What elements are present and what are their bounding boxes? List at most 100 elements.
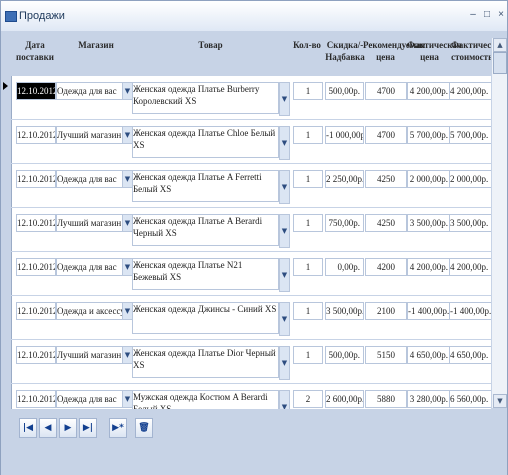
date-field[interactable]: 12.10.2012 [16,82,56,100]
record-selector[interactable] [1,384,12,409]
shop-field[interactable]: Лучший магазин [56,214,123,232]
record-selector[interactable] [1,120,12,163]
date-field[interactable]: 12.10.2012 [16,390,56,408]
record-selector[interactable] [1,208,12,251]
table-row[interactable]: 12.10.2012 Одежда для вас ▼ Мужская одеж… [1,384,491,409]
date-field[interactable]: 12.10.2012 [16,214,56,232]
date-field[interactable]: 12.10.2012 [16,126,56,144]
header-actual-price: Фактическая цена [407,40,462,62]
shop-field[interactable]: Одежда для вас [56,258,123,276]
actual-price-field: 4 200,00р. [407,258,452,276]
product-field[interactable]: Мужская одежда Костюм A Berardi Белый XS [132,390,279,409]
shop-field[interactable]: Лучший магазин [56,346,123,364]
date-field[interactable]: 12.10.2012 [16,302,56,320]
product-dropdown-icon[interactable]: ▼ [279,82,290,116]
qty-field[interactable]: 1 [293,346,323,364]
actual-price-field: -1 400,00р. [407,302,452,320]
scroll-thumb[interactable] [493,52,507,74]
shop-field[interactable]: Одежда для вас [56,82,123,100]
qty-field[interactable]: 1 [293,214,323,232]
table-row[interactable]: 12.10.2012 Одежда для вас ▼ Женская одеж… [1,76,491,120]
next-record-button[interactable]: ▶ [59,418,77,438]
product-field[interactable]: Женская одежда Платье Burberry Королевск… [132,82,279,114]
recommended-field: 4700 [365,126,407,144]
header-actual-cost: Фактическая стоимость [451,40,506,62]
product-dropdown-icon[interactable]: ▼ [279,170,290,204]
date-field[interactable]: 12.10.2012 [16,346,56,364]
scroll-up-icon[interactable]: ▲ [493,38,507,52]
product-field[interactable]: Женская одежда Платье Chloe Белый XS [132,126,279,158]
qty-field[interactable]: 1 [293,302,323,320]
product-dropdown-icon[interactable]: ▼ [279,390,290,409]
qty-field[interactable]: 2 [293,390,323,408]
qty-field[interactable]: 1 [293,258,323,276]
recommended-field: 4250 [365,170,407,188]
shop-field[interactable]: Лучший магазин [56,126,123,144]
actual-price-field: 5 700,00р. [407,126,452,144]
product-dropdown-icon[interactable]: ▼ [279,302,290,336]
product-dropdown-icon[interactable]: ▼ [279,346,290,380]
restore-button[interactable]: □ [481,9,493,21]
qty-field[interactable]: 1 [293,82,323,100]
product-field[interactable]: Женская одежда Платье Dior Черный XS [132,346,279,378]
discount-field[interactable]: 3 500,00р. [325,302,364,320]
column-header: Дата поставки Магазин Товар Кол-во Скидк… [1,31,507,79]
table-row[interactable]: 12.10.2012 Лучший магазин ▼ Женская одеж… [1,208,491,252]
recommended-field: 4200 [365,258,407,276]
shop-field[interactable]: Одежда и аксессуары [56,302,123,320]
record-selector[interactable] [1,340,12,383]
discount-field[interactable]: 2 600,00р. [325,390,364,408]
qty-field[interactable]: 1 [293,170,323,188]
product-field[interactable]: Женская одежда Платье N21 Бежевый XS [132,258,279,290]
header-product: Товар [198,40,223,50]
actual-cost-field: 6 560,00р. [449,390,491,408]
header-discount: Скидка/- Надбавка [325,40,365,62]
first-record-button[interactable]: |◀ [19,418,37,438]
last-record-button[interactable]: ▶| [79,418,97,438]
window-title: Продажи [19,10,65,22]
new-record-button[interactable]: ▶* [109,418,127,438]
discount-field[interactable]: 500,00р. [325,346,364,364]
qty-field[interactable]: 1 [293,126,323,144]
delete-record-button[interactable]: 🗑 [135,418,153,438]
product-dropdown-icon[interactable]: ▼ [279,258,290,292]
date-field[interactable]: 12.10.2012 [16,258,56,276]
current-record-icon [3,82,8,90]
actual-price-field: 4 200,00р. [407,82,452,100]
shop-field[interactable]: Одежда для вас [56,170,123,188]
product-dropdown-icon[interactable]: ▼ [279,214,290,248]
header-date: Дата поставки [16,40,54,62]
product-field[interactable]: Женская одежда Платье A Ferretti Белый X… [132,170,279,202]
vertical-scrollbar[interactable]: ▲ ▼ [491,38,507,408]
header-qty: Кол-во [293,40,321,50]
recommended-field: 4250 [365,214,407,232]
record-selector[interactable] [1,164,12,207]
recommended-field: 4700 [365,82,407,100]
previous-record-button[interactable]: ◀ [39,418,57,438]
discount-field[interactable]: -1 000,00р. [325,126,364,144]
record-selector[interactable] [1,296,12,339]
status-area [1,449,507,475]
shop-field[interactable]: Одежда для вас [56,390,123,408]
table-row[interactable]: 12.10.2012 Одежда для вас ▼ Женская одеж… [1,164,491,208]
discount-field[interactable]: 0,00р. [325,258,364,276]
minimize-button[interactable]: – [467,9,479,21]
record-selector[interactable] [1,76,12,119]
actual-price-field: 3 280,00р. [407,390,452,408]
close-button[interactable]: × [495,9,507,21]
table-row[interactable]: 12.10.2012 Лучший магазин ▼ Женская одеж… [1,120,491,164]
record-selector[interactable] [1,252,12,295]
actual-cost-field: 2 000,00р. [449,170,491,188]
discount-field[interactable]: 500,00р. [325,82,364,100]
actual-price-field: 3 500,00р. [407,214,452,232]
table-row[interactable]: 12.10.2012 Одежда для вас ▼ Женская одеж… [1,252,491,296]
product-dropdown-icon[interactable]: ▼ [279,126,290,160]
discount-field[interactable]: 750,00р. [325,214,364,232]
discount-field[interactable]: 2 250,00р. [325,170,364,188]
product-field[interactable]: Женская одежда Платье A Berardi Черный X… [132,214,279,246]
product-field[interactable]: Женская одежда Джинсы - Синий XS [132,302,279,334]
table-row[interactable]: 12.10.2012 Лучший магазин ▼ Женская одеж… [1,340,491,384]
table-row[interactable]: 12.10.2012 Одежда и аксессуары ▼ Женская… [1,296,491,340]
scroll-down-icon[interactable]: ▼ [493,394,507,408]
date-field[interactable]: 12.10.2012 [16,170,56,188]
